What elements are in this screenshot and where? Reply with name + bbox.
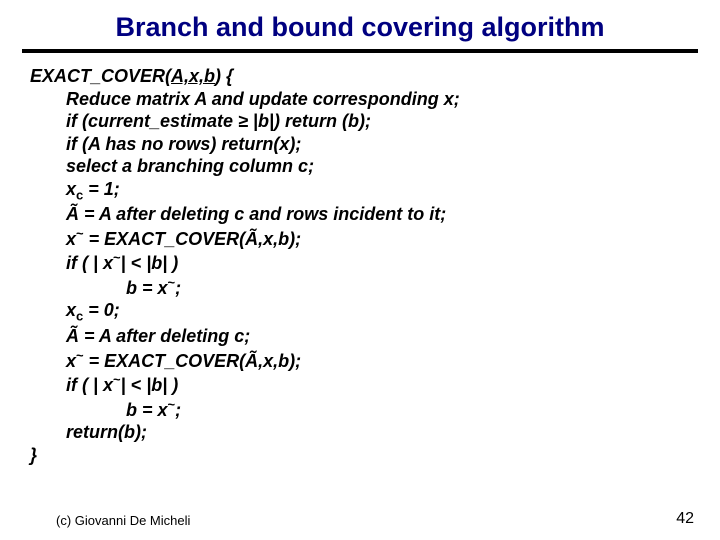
l9-sup: ~: [168, 275, 176, 290]
l5-pre: x: [66, 179, 76, 199]
footer-copyright: (c) Giovanni De Micheli: [56, 513, 190, 528]
l14-a: b = x: [126, 400, 168, 420]
l5-post: = 1;: [83, 179, 120, 199]
arg-A: A,: [171, 66, 189, 86]
line-12: x~ = EXACT_COVER(Ã,x,b);: [66, 348, 690, 373]
arg-b: b: [204, 66, 215, 86]
l12-sup: ~: [76, 348, 84, 363]
line-9: b = x~;: [126, 275, 690, 300]
slide-number: 42: [676, 510, 694, 528]
line-2: if (current_estimate ≥ |b|) return (b);: [66, 110, 690, 133]
l8-a: if ( | x: [66, 253, 113, 273]
l7-sup: ~: [76, 226, 84, 241]
algorithm-body: EXACT_COVER(A,x,b) { Reduce matrix A and…: [0, 65, 720, 466]
l13-b: | < |b| ): [121, 375, 179, 395]
l10-pre: x: [66, 300, 76, 320]
title-rule: [22, 49, 698, 53]
l13-a: if ( | x: [66, 375, 113, 395]
fn-name: EXACT_COVER(: [30, 66, 171, 86]
line-3: if (A has no rows) return(x);: [66, 133, 690, 156]
line-11: Ã = A after deleting c;: [66, 325, 690, 348]
line-1: Reduce matrix A and update corresponding…: [66, 88, 690, 111]
line-15: return(b);: [66, 421, 690, 444]
l7-post: = EXACT_COVER(Ã,x,b);: [84, 229, 302, 249]
l14-b: ;: [175, 400, 181, 420]
line-16: }: [30, 444, 690, 467]
slide-title: Branch and bound covering algorithm: [0, 0, 720, 49]
l12-pre: x: [66, 351, 76, 371]
line-4: select a branching column c;: [66, 155, 690, 178]
line-14: b = x~;: [126, 397, 690, 422]
arg-x: x,: [189, 66, 204, 86]
l7-pre: x: [66, 229, 76, 249]
l13-sup: ~: [113, 372, 121, 387]
l8-b: | < |b| ): [121, 253, 179, 273]
line-8: if ( | x~| < |b| ): [66, 250, 690, 275]
l10-post: = 0;: [83, 300, 120, 320]
l9-a: b = x: [126, 278, 168, 298]
line-10: xc = 0;: [66, 299, 690, 325]
line-6: Ã = A after deleting c and rows incident…: [66, 203, 690, 226]
line-5: xc = 1;: [66, 178, 690, 204]
line-7: x~ = EXACT_COVER(Ã,x,b);: [66, 226, 690, 251]
l14-sup: ~: [168, 397, 176, 412]
fn-close: ) {: [215, 66, 233, 86]
l12-post: = EXACT_COVER(Ã,x,b);: [84, 351, 302, 371]
l9-b: ;: [175, 278, 181, 298]
line-13: if ( | x~| < |b| ): [66, 372, 690, 397]
fn-signature: EXACT_COVER(A,x,b) {: [30, 65, 690, 88]
l8-sup: ~: [113, 250, 121, 265]
